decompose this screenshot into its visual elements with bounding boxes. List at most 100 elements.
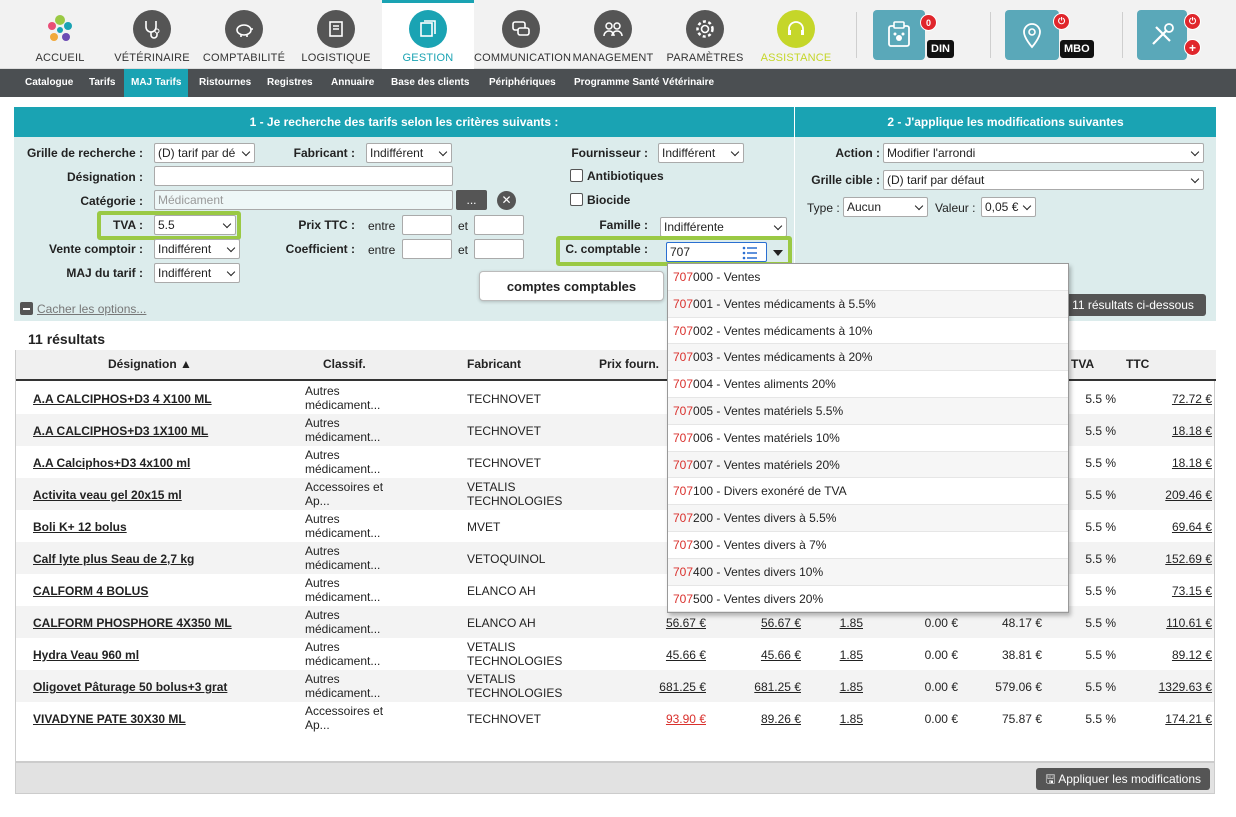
nav-comptabilite[interactable]: COMPTABILITÉ: [200, 0, 288, 69]
product-name-link[interactable]: CALFORM PHOSPHORE 4X350 ML: [33, 616, 232, 630]
subnav-annuaire[interactable]: Annuaire: [324, 69, 381, 97]
ttc-cell[interactable]: 89.12 €: [1172, 648, 1214, 662]
subnav-maj-tarifs[interactable]: MAJ Tarifs: [124, 69, 189, 97]
prixttc-max-input[interactable]: [474, 215, 524, 235]
fabricant-select[interactable]: Indifférent: [366, 143, 452, 163]
col-classif[interactable]: Classif.: [323, 357, 366, 371]
location-button[interactable]: [1005, 10, 1059, 60]
product-name-link[interactable]: Calf lyte plus Seau de 2,7 kg: [33, 552, 194, 566]
ccomptable-option[interactable]: 707006 - Ventes matériels 10%: [668, 425, 1068, 452]
ccomptable-option[interactable]: 707007 - Ventes matériels 20%: [668, 451, 1068, 479]
grille-select[interactable]: (D) tarif par dé: [154, 143, 255, 163]
coefficient-min-input[interactable]: [402, 239, 452, 259]
valeur-select[interactable]: 0,05 €: [981, 197, 1036, 217]
ccomptable-option[interactable]: 707100 - Divers exonéré de TVA: [668, 478, 1068, 506]
ttc-cell[interactable]: 72.72 €: [1172, 392, 1214, 406]
grille-cible-select[interactable]: (D) tarif par défaut: [883, 170, 1204, 190]
product-name-link[interactable]: A.A CALCIPHOS+D3 4 X100 ML: [33, 392, 212, 406]
ccomptable-option[interactable]: 707300 - Ventes divers à 7%: [668, 532, 1068, 559]
nav-accueil[interactable]: ACCUEIL: [24, 0, 96, 69]
ttc-cell[interactable]: 69.64 €: [1172, 520, 1214, 534]
fournisseur-select[interactable]: Indifférent: [658, 143, 744, 163]
ccomptable-option[interactable]: 707004 - Ventes aliments 20%: [668, 371, 1068, 398]
prix-fourn-cell[interactable]: 56.67 €: [666, 616, 706, 630]
nav-veterinaire[interactable]: VÉTÉRINAIRE: [113, 0, 191, 69]
clear-icon[interactable]: ✕: [497, 191, 516, 210]
apply-button[interactable]: 🖫 Appliquer les modifications: [1036, 768, 1210, 790]
ccomptable-option[interactable]: 707400 - Ventes divers 10%: [668, 558, 1068, 586]
subnav-base-clients[interactable]: Base des clients: [384, 69, 476, 97]
product-name-link[interactable]: Activita veau gel 20x15 ml: [33, 488, 182, 502]
din-button[interactable]: [873, 10, 925, 60]
prix-fourn-cell[interactable]: 681.25 €: [659, 680, 706, 694]
product-name-link[interactable]: CALFORM 4 BOLUS: [33, 584, 148, 598]
ttc-cell[interactable]: 209.46 €: [1165, 488, 1214, 502]
tools-button[interactable]: [1137, 10, 1187, 60]
nav-management[interactable]: MANAGEMENT: [572, 0, 654, 69]
ccomptable-option[interactable]: 707000 - Ventes: [668, 264, 1068, 291]
famille-select[interactable]: Indifférente: [660, 217, 787, 237]
list-icon[interactable]: [742, 246, 758, 263]
prix-achat-cell[interactable]: 45.66 €: [761, 648, 801, 662]
power-icon[interactable]: ⏻: [1184, 13, 1201, 30]
cacher-options-link[interactable]: Cacher les options...: [37, 302, 146, 316]
coefficient-cell[interactable]: 1.85: [840, 680, 863, 694]
ttc-cell[interactable]: 73.15 €: [1172, 584, 1214, 598]
prix-achat-cell[interactable]: 681.25 €: [754, 680, 801, 694]
table-row[interactable]: VIVADYNE PATE 30X30 ML Accessoires et Ap..…: [16, 702, 1214, 734]
categorie-browse-button[interactable]: ...: [456, 190, 487, 210]
subnav-catalogue[interactable]: Catalogue: [18, 69, 80, 97]
table-row[interactable]: Hydra Veau 960 ml Autres médicament... VETA…: [16, 638, 1214, 670]
nav-logistique[interactable]: LOGISTIQUE: [299, 0, 373, 69]
nav-communication[interactable]: COMMUNICATION: [474, 0, 571, 69]
vente-comptoir-select[interactable]: Indifférent: [154, 239, 240, 259]
tva-select[interactable]: 5.5: [154, 215, 236, 235]
ttc-cell[interactable]: 18.18 €: [1172, 424, 1214, 438]
col-prix-fourn[interactable]: Prix fourn.: [599, 357, 659, 371]
prix-achat-cell[interactable]: 56.67 €: [761, 616, 801, 630]
prixttc-min-input[interactable]: [402, 215, 452, 235]
ccomptable-option[interactable]: 707002 - Ventes médicaments à 10%: [668, 318, 1068, 345]
type-select[interactable]: Aucun: [843, 197, 928, 217]
ttc-cell[interactable]: 110.61 €: [1166, 616, 1214, 630]
nav-parametres[interactable]: PARAMÈTRES: [664, 0, 746, 69]
subnav-tarifs[interactable]: Tarifs: [82, 69, 123, 97]
ccomptable-option[interactable]: 707001 - Ventes médicaments à 5.5%: [668, 290, 1068, 318]
coefficient-max-input[interactable]: [474, 239, 524, 259]
ccomptable-option[interactable]: 707005 - Ventes matériels 5.5%: [668, 397, 1068, 425]
maj-tarif-select[interactable]: Indifférent: [154, 263, 240, 283]
ttc-cell[interactable]: 174.21 €: [1165, 712, 1214, 726]
ttc-cell[interactable]: 1329.63 €: [1159, 680, 1214, 694]
ttc-cell[interactable]: 152.69 €: [1165, 552, 1214, 566]
subnav-ristournes[interactable]: Ristournes: [192, 69, 258, 97]
coefficient-cell[interactable]: 1.85: [840, 616, 863, 630]
ttc-cell[interactable]: 18.18 €: [1172, 456, 1214, 470]
product-name-link[interactable]: A.A CALCIPHOS+D3 1X100 ML: [33, 424, 208, 438]
coefficient-cell[interactable]: 1.85: [840, 712, 863, 726]
col-fabricant[interactable]: Fabricant: [467, 357, 521, 371]
designation-input[interactable]: [154, 166, 453, 186]
subnav-programme-sante[interactable]: Programme Santé Vétérinaire: [567, 69, 721, 97]
subnav-peripheriques[interactable]: Périphériques: [482, 69, 563, 97]
nav-gestion[interactable]: GESTION: [382, 0, 474, 69]
categorie-input[interactable]: Médicament: [154, 190, 453, 210]
product-name-link[interactable]: A.A Calciphos+D3 4x100 ml: [33, 456, 190, 470]
prix-achat-cell[interactable]: 89.26 €: [761, 712, 801, 726]
results-button[interactable]: 11 résultats ci-dessous: [1060, 294, 1206, 316]
ccomptable-option[interactable]: 707500 - Ventes divers 20%: [668, 586, 1068, 613]
subnav-registres[interactable]: Registres: [260, 69, 320, 97]
product-name-link[interactable]: Boli K+ 12 bolus: [33, 520, 127, 534]
chevron-down-icon[interactable]: [769, 243, 787, 262]
action-select[interactable]: Modifier l'arrondi: [883, 143, 1204, 163]
prix-fourn-cell[interactable]: 45.66 €: [666, 648, 706, 662]
power-icon[interactable]: ⏻: [1053, 13, 1070, 30]
table-row[interactable]: Oligovet Pâturage 50 bolus+3 grat Autres m…: [16, 670, 1214, 702]
biocide-checkbox[interactable]: [570, 193, 583, 206]
product-name-link[interactable]: Oligovet Pâturage 50 bolus+3 grat: [33, 680, 227, 694]
nav-assistance[interactable]: ASSISTANCE: [756, 0, 836, 69]
col-ttc[interactable]: TTC: [1126, 357, 1149, 371]
coefficient-cell[interactable]: 1.85: [840, 648, 863, 662]
ccomptable-option[interactable]: 707003 - Ventes médicaments à 20%: [668, 344, 1068, 372]
antibiotiques-checkbox[interactable]: [570, 169, 583, 182]
col-designation[interactable]: Désignation ▲: [108, 357, 192, 371]
